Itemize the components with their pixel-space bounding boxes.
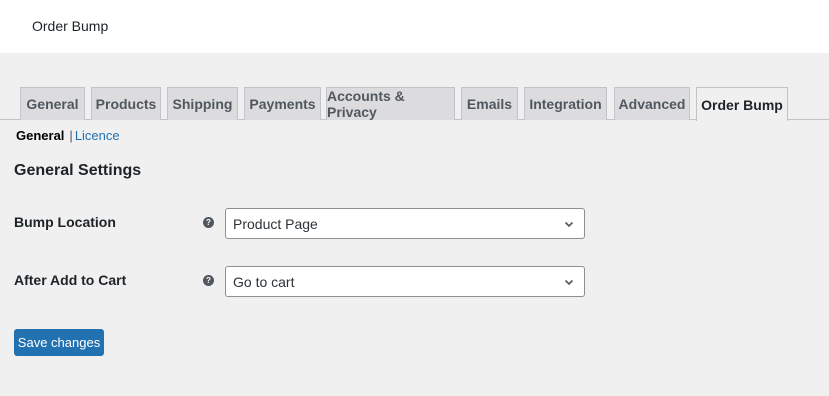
tab-integration[interactable]: Integration bbox=[524, 87, 607, 120]
tab-payments[interactable]: Payments bbox=[244, 87, 321, 120]
bump-location-select[interactable]: Product Page bbox=[225, 208, 585, 239]
after-add-to-cart-select[interactable]: Go to cart bbox=[225, 266, 585, 297]
tab-accounts-privacy[interactable]: Accounts & Privacy bbox=[326, 87, 455, 120]
help-icon[interactable]: ? bbox=[203, 275, 214, 286]
page-title: Order Bump bbox=[32, 18, 109, 34]
chevron-down-icon bbox=[564, 221, 574, 228]
settings-tabs: General Products Shipping Payments Accou… bbox=[0, 87, 829, 121]
tab-shipping[interactable]: Shipping bbox=[167, 87, 238, 120]
after-add-to-cart-label: After Add to Cart bbox=[14, 272, 127, 288]
tab-order-bump[interactable]: Order Bump bbox=[696, 87, 788, 121]
bump-location-label: Bump Location bbox=[14, 214, 116, 230]
section-title: General Settings bbox=[14, 162, 142, 179]
after-add-to-cart-value: Go to cart bbox=[233, 273, 295, 290]
bump-location-value: Product Page bbox=[233, 215, 318, 232]
subnav-separator: | bbox=[69, 128, 73, 143]
sub-navigation: General | Licence bbox=[16, 128, 120, 143]
subnav-licence-link[interactable]: Licence bbox=[75, 128, 120, 143]
tab-products[interactable]: Products bbox=[91, 87, 161, 120]
tab-advanced[interactable]: Advanced bbox=[614, 87, 690, 120]
chevron-down-icon bbox=[564, 279, 574, 286]
subnav-general[interactable]: General bbox=[16, 128, 64, 143]
tab-emails[interactable]: Emails bbox=[461, 87, 518, 120]
tab-general[interactable]: General bbox=[20, 87, 85, 120]
save-changes-button[interactable]: Save changes bbox=[14, 329, 104, 356]
page-header: Order Bump bbox=[0, 0, 829, 53]
help-icon[interactable]: ? bbox=[203, 217, 214, 228]
